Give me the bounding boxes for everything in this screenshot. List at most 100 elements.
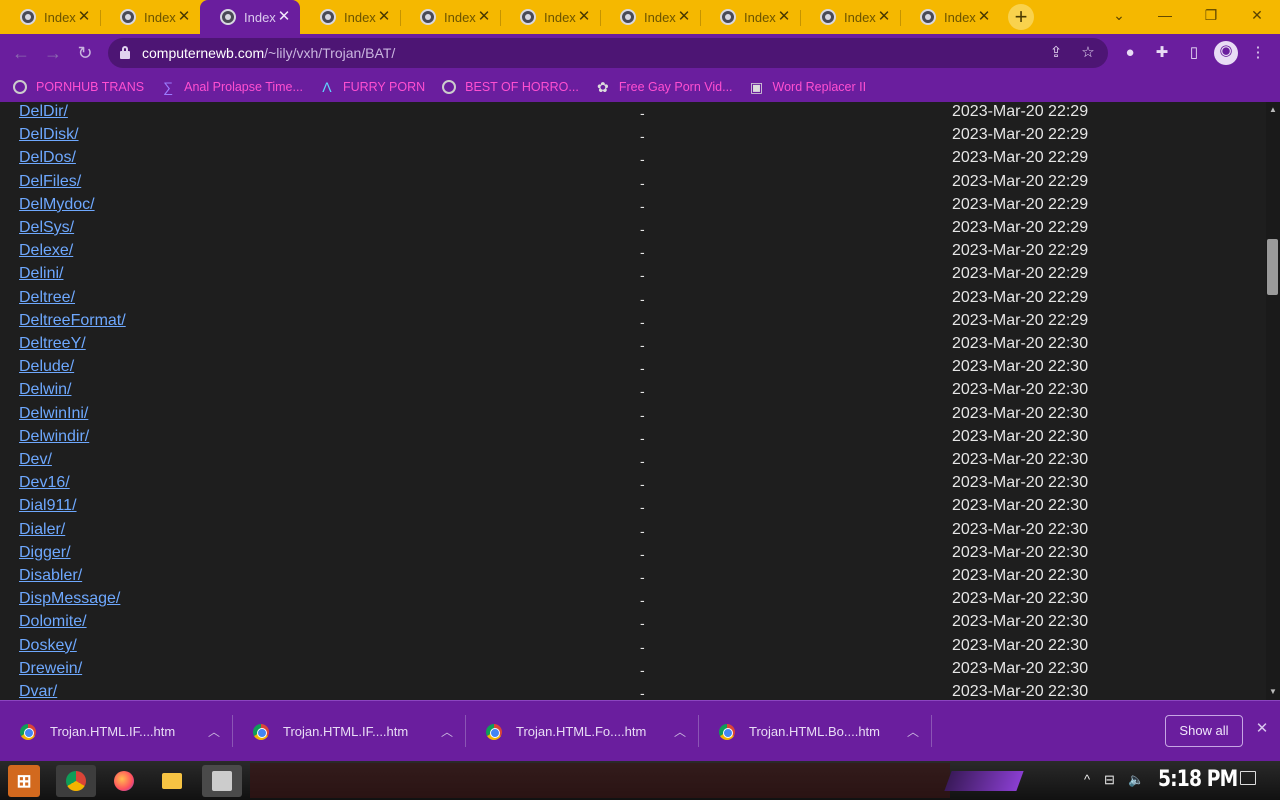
restore-button[interactable]: ❐ (1188, 0, 1234, 30)
size-cell: - (640, 499, 645, 516)
directory-link[interactable]: Doskey/ (19, 637, 77, 655)
directory-link[interactable]: Delwin/ (19, 381, 71, 399)
tray-chevron-icon[interactable]: ^ (1084, 772, 1090, 787)
directory-link[interactable]: Disabler/ (19, 567, 82, 585)
directory-link[interactable]: Dev16/ (19, 474, 70, 492)
tab[interactable]: Index ✕ (600, 0, 700, 34)
close-downloads-icon[interactable]: ✕ (1254, 721, 1270, 737)
new-tab-button[interactable]: + (1008, 4, 1034, 30)
bookmark-item[interactable]: PORNHUB TRANS (12, 79, 144, 95)
directory-link[interactable]: Dvar/ (19, 683, 57, 700)
tab-close-icon[interactable]: ✕ (376, 9, 392, 25)
directory-link[interactable]: DelwinIni/ (19, 405, 88, 423)
tab-search-icon[interactable]: ⌄ (1096, 0, 1142, 30)
directory-link[interactable]: DelMydoc/ (19, 196, 95, 214)
scrollbar-thumb[interactable] (1267, 239, 1278, 295)
share-icon[interactable]: ⇪ (1046, 43, 1066, 63)
tab[interactable]: Index ✕ (200, 0, 300, 34)
start-button[interactable]: ⊞ (8, 765, 40, 797)
tab[interactable]: Index ✕ (0, 0, 100, 34)
bookmark-item[interactable]: ✿ Free Gay Porn Vid... (595, 79, 733, 95)
volume-icon[interactable]: 🔈 (1128, 772, 1144, 788)
reload-button[interactable]: ↻ (72, 40, 98, 66)
address-bar[interactable]: computernewb.com/~lily/vxh/Trojan/BAT/ ⇪… (108, 38, 1108, 68)
tab[interactable]: Index ✕ (900, 0, 1000, 34)
directory-link[interactable]: DeltreeFormat/ (19, 312, 126, 330)
directory-link[interactable]: Delwindir/ (19, 428, 89, 446)
directory-link[interactable]: Dialer/ (19, 521, 65, 539)
chevron-up-icon[interactable]: ︿ (208, 723, 220, 740)
tab-close-icon[interactable]: ✕ (576, 9, 592, 25)
tab-close-icon[interactable]: ✕ (876, 9, 892, 25)
tab[interactable]: Index ✕ (300, 0, 400, 34)
tab-close-icon[interactable]: ✕ (776, 9, 792, 25)
tab-close-icon[interactable]: ✕ (276, 9, 292, 25)
download-item[interactable]: Trojan.HTML.IF....htm ︿ (0, 701, 233, 762)
taskbar-file-explorer-icon[interactable] (152, 765, 192, 797)
bookmark-item[interactable]: ∑ Anal Prolapse Time... (160, 79, 303, 95)
taskbar-clock[interactable]: 5:18 PM (1158, 767, 1238, 792)
forward-button[interactable]: → (40, 40, 66, 66)
lock-icon[interactable] (120, 46, 130, 59)
show-all-button[interactable]: Show all (1165, 715, 1243, 747)
directory-link[interactable]: DelFiles/ (19, 173, 81, 191)
taskbar-chrome-icon[interactable] (56, 765, 96, 797)
close-window-button[interactable]: ✕ (1234, 0, 1280, 30)
table-row: Dialer/ - 2023-Mar-20 22:30 (0, 521, 1260, 544)
download-item[interactable]: Trojan.HTML.Fo....htm ︿ (466, 701, 699, 762)
directory-link[interactable]: Delexe/ (19, 242, 73, 260)
table-row: DelDisk/ - 2023-Mar-20 22:29 (0, 126, 1260, 149)
menu-kebab-icon[interactable]: ⋮ (1248, 43, 1268, 63)
chevron-up-icon[interactable]: ︿ (674, 723, 686, 740)
tab-close-icon[interactable]: ✕ (176, 9, 192, 25)
notifications-icon[interactable] (1240, 771, 1256, 785)
directory-link[interactable]: Delini/ (19, 265, 63, 283)
directory-link[interactable]: Digger/ (19, 544, 71, 562)
tab-close-icon[interactable]: ✕ (976, 9, 992, 25)
side-panel-icon[interactable]: ▯ (1184, 43, 1204, 63)
bookmark-item[interactable]: Λ FURRY PORN (319, 79, 425, 95)
minimize-button[interactable]: — (1142, 0, 1188, 30)
chevron-up-icon[interactable]: ︿ (441, 723, 453, 740)
taskbar-firefox-icon[interactable] (104, 765, 144, 797)
tab[interactable]: Index ✕ (500, 0, 600, 34)
scroll-down-arrow-icon[interactable]: ▼ (1266, 686, 1280, 698)
tab[interactable]: Index ✕ (100, 0, 200, 34)
vertical-scrollbar[interactable] (1266, 102, 1280, 700)
directory-link[interactable]: DelDir/ (19, 103, 68, 121)
directory-link[interactable]: DelDos/ (19, 149, 76, 167)
back-button[interactable]: ← (8, 40, 34, 66)
scroll-up-arrow-icon[interactable]: ▲ (1266, 104, 1280, 116)
download-item[interactable]: Trojan.HTML.Bo....htm ︿ (699, 701, 932, 762)
tab[interactable]: Index ✕ (400, 0, 500, 34)
profile-icon[interactable]: ◉ (1214, 41, 1238, 65)
directory-link[interactable]: Dolomite/ (19, 613, 87, 631)
directory-link[interactable]: DelSys/ (19, 219, 74, 237)
network-icon[interactable]: ⊟ (1104, 772, 1115, 788)
table-row: Digger/ - 2023-Mar-20 22:30 (0, 544, 1260, 567)
url-text[interactable]: computernewb.com/~lily/vxh/Trojan/BAT/ (142, 45, 395, 61)
download-item[interactable]: Trojan.HTML.IF....htm ︿ (233, 701, 466, 762)
tab-close-icon[interactable]: ✕ (476, 9, 492, 25)
directory-link[interactable]: DelDisk/ (19, 126, 79, 144)
bookmark-item[interactable]: ▣ Word Replacer II (749, 79, 866, 95)
directory-link[interactable]: Delude/ (19, 358, 74, 376)
tab[interactable]: Index ✕ (700, 0, 800, 34)
bookmark-item[interactable]: BEST OF HORRO... (441, 79, 579, 95)
tab-close-icon[interactable]: ✕ (76, 9, 92, 25)
modified-date-cell: 2023-Mar-20 22:29 (952, 126, 1089, 144)
modified-date-cell: 2023-Mar-20 22:29 (952, 311, 1089, 329)
extension-avatar-icon[interactable]: ● (1120, 43, 1140, 63)
directory-link[interactable]: Dev/ (19, 451, 52, 469)
tab[interactable]: Index ✕ (800, 0, 900, 34)
extensions-puzzle-icon[interactable]: ✚ (1152, 43, 1172, 63)
bookmark-star-icon[interactable]: ☆ (1078, 43, 1098, 63)
directory-link[interactable]: Drewein/ (19, 660, 82, 678)
directory-link[interactable]: Dial911/ (19, 497, 77, 515)
directory-link[interactable]: Deltree/ (19, 289, 75, 307)
chevron-up-icon[interactable]: ︿ (907, 723, 919, 740)
tab-close-icon[interactable]: ✕ (676, 9, 692, 25)
taskbar-app-icon[interactable] (202, 765, 242, 797)
directory-link[interactable]: DispMessage/ (19, 590, 120, 608)
directory-link[interactable]: DeltreeY/ (19, 335, 86, 353)
